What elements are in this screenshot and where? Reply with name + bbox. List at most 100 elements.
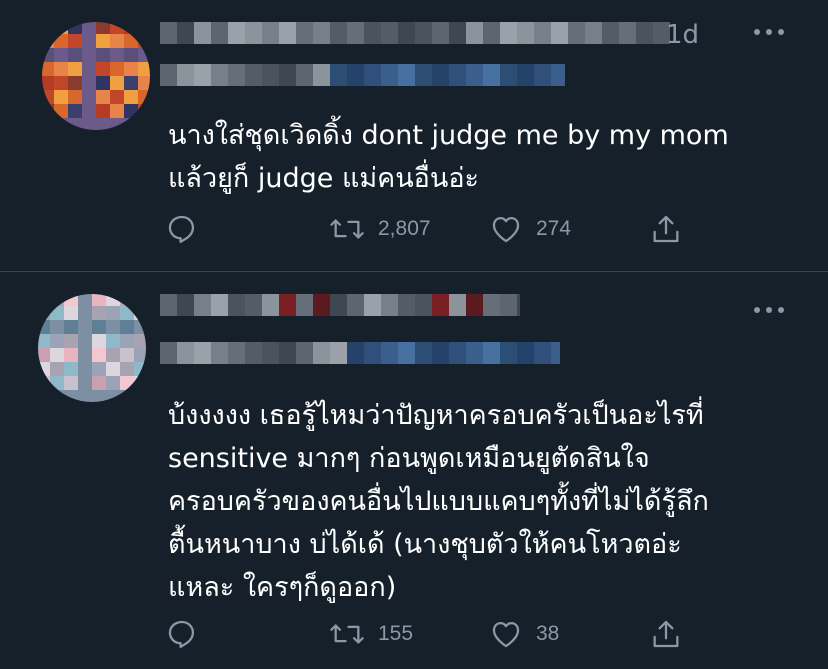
avatar-pixel [120,294,134,306]
avatar-pixel [120,320,134,334]
avatar-pixel [124,34,138,48]
blur-block [160,342,177,364]
blur-block [517,294,520,316]
blur-block [160,22,177,44]
avatar-pixel [106,320,120,334]
avatar-pixel [78,320,92,334]
share-button[interactable] [649,614,683,654]
avatar-pixel [138,34,150,48]
avatar-pixel [38,334,50,348]
blur-block [415,64,432,86]
like-button[interactable]: 274 [488,209,571,249]
tweet[interactable]: บ้งงงงง เธอรู้ไหมว่าปัญหาครอบครัวเป็นอะไ… [0,272,828,669]
blur-block [211,22,228,44]
blur-block [177,294,194,316]
avatar[interactable] [38,294,146,402]
retweet-icon [330,219,364,239]
blur-block [177,342,194,364]
tweet-text-line: ครอบครัวของคนอื่นไปแบบแคบๆทั้งที่ไม่ได้ร… [168,486,709,517]
avatar-pixel [50,376,64,390]
blur-block [330,342,347,364]
avatar-pixel [134,376,146,390]
avatar-pixel [42,22,54,34]
avatar-pixel [134,390,146,402]
avatar[interactable] [42,22,150,130]
avatar-pixel [92,348,106,362]
avatar-pixel [106,362,120,376]
blur-block [432,342,449,364]
avatar-pixel [38,306,50,320]
display-name-blurred[interactable] [160,294,520,316]
blur-block [279,64,296,86]
avatar-pixel [68,90,82,104]
avatar-pixel [54,104,68,118]
blur-block [466,342,483,364]
avatar-pixel [82,34,96,48]
blur-block [500,64,517,86]
action-bar: 155 38 [0,614,828,654]
avatar-pixel [50,348,64,362]
avatar-pixel [96,48,110,62]
avatar-pixel [50,334,64,348]
avatar-pixel [64,320,78,334]
avatar-pixel [68,48,82,62]
avatar-pixel [38,362,50,376]
reply-button[interactable] [165,614,199,654]
blur-block [194,64,211,86]
like-button[interactable]: 38 [488,614,559,654]
avatar-pixel [134,362,146,376]
avatar-pixel [64,334,78,348]
share-button[interactable] [649,209,683,249]
avatar-pixel [110,22,124,34]
tweet[interactable]: 1d นางใส่ชุดเวิดดิ้ง dont judge me by my… [0,0,828,271]
avatar-pixel [42,76,54,90]
blur-block [432,294,449,316]
avatar-pixel [120,348,134,362]
blur-block [177,22,194,44]
tweet-text-line: นางใส่ชุดเวิดดิ้ง dont judge me by my mo… [168,120,729,151]
avatar-pixel [82,104,96,118]
avatar-pixel [54,90,68,104]
avatar-pixel [92,334,106,348]
blur-block [449,22,466,44]
avatar-pixel [50,362,64,376]
retweet-count: 2,807 [378,217,431,240]
avatar-pixel [64,294,78,306]
more-icon[interactable] [750,294,788,324]
handle-blurred[interactable] [160,342,560,364]
blur-block [364,294,381,316]
blur-block [398,342,415,364]
blur-block [296,64,313,86]
reply-button[interactable] [165,209,199,249]
blur-block [398,22,415,44]
retweet-button[interactable]: 2,807 [328,209,431,249]
blur-block [398,64,415,86]
blur-block [364,22,381,44]
retweet-button[interactable]: 155 [328,614,413,654]
blur-block [313,64,330,86]
blur-block [500,294,517,316]
avatar-pixel [92,390,106,402]
blur-block [330,22,347,44]
blur-block [330,294,347,316]
avatar-pixel [110,90,124,104]
avatar-pixel [78,334,92,348]
avatar-pixel [54,62,68,76]
avatar-pixel [96,76,110,90]
blur-block [381,22,398,44]
avatar-pixel [134,334,146,348]
avatar-pixel [134,320,146,334]
timestamp[interactable]: 1d [666,20,699,50]
like-count: 274 [536,217,572,240]
avatar-pixel [138,62,150,76]
avatar-pixel [96,34,110,48]
avatar-pixel [78,390,92,402]
blur-block [500,342,517,364]
display-name-blurred[interactable] [160,22,670,44]
more-icon[interactable] [750,16,788,46]
avatar-pixel [78,306,92,320]
avatar-pixel [96,62,110,76]
handle-blurred[interactable] [160,64,565,86]
avatar-pixel [64,306,78,320]
blur-block [194,342,211,364]
